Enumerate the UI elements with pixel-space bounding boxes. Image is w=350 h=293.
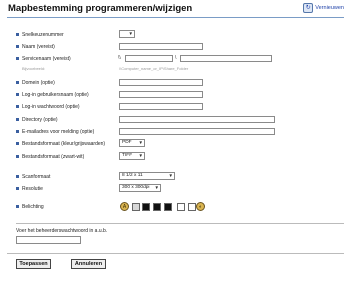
name-field[interactable] bbox=[119, 43, 203, 50]
name-label: Naam (vereist) bbox=[22, 43, 55, 50]
scan-size-label: Scanformaat bbox=[22, 173, 51, 180]
example-label: Bijvoorbeeld: bbox=[22, 66, 46, 71]
scan-size-select[interactable]: 8 1/2 x 11 ▼ bbox=[119, 172, 175, 180]
bullet-icon bbox=[16, 205, 19, 208]
page-title: Mapbestemming programmeren/wijzigen bbox=[8, 3, 193, 14]
quick-dial-select[interactable]: ▼ bbox=[119, 30, 135, 38]
bullet-icon bbox=[16, 142, 19, 145]
directory-label: Directory (optie) bbox=[22, 116, 58, 123]
bullet-icon bbox=[16, 33, 19, 36]
domain-label: Domein (optie) bbox=[22, 79, 55, 86]
login-password-label: Log-in wachtwoord (optie) bbox=[22, 103, 80, 110]
bullet-icon bbox=[16, 118, 19, 121]
exposure-level-6[interactable] bbox=[188, 203, 196, 211]
bullet-icon bbox=[16, 175, 19, 178]
domain-field[interactable] bbox=[119, 79, 203, 86]
format-color-value: PDF bbox=[122, 140, 132, 145]
row-login-user: Log-in gebruikersnaam (optie) bbox=[16, 90, 89, 99]
example-path: \\Computer_name_or_IP\Share_Folder bbox=[119, 66, 189, 71]
resolution-label: Resolutie bbox=[22, 185, 43, 192]
email-label: E-mailadres voor melding (optie) bbox=[22, 128, 95, 135]
bullet-icon bbox=[16, 105, 19, 108]
resolution-select[interactable]: 300 x 300dpi ▼ bbox=[119, 184, 161, 192]
service-separator: \ bbox=[175, 55, 177, 61]
service-name-label: Servicenaam (vereist) bbox=[22, 55, 71, 62]
row-exposure: Belichting bbox=[16, 202, 44, 211]
row-directory: Directory (optie) bbox=[16, 115, 58, 124]
title-divider bbox=[7, 17, 344, 18]
chevron-down-icon: ▼ bbox=[138, 140, 143, 145]
bullet-icon bbox=[16, 130, 19, 133]
format-color-select[interactable]: PDF ▼ bbox=[119, 139, 145, 147]
exposure-level-4[interactable] bbox=[164, 203, 172, 211]
apply-button[interactable]: Toepassen bbox=[16, 259, 51, 269]
section-divider bbox=[16, 223, 344, 224]
exposure-label: Belichting bbox=[22, 203, 44, 210]
row-quick-dial: Snelkeuzenummer bbox=[16, 30, 64, 39]
bullet-icon bbox=[16, 57, 19, 60]
login-user-label: Log-in gebruikersnaam (optie) bbox=[22, 91, 89, 98]
format-bw-select[interactable]: TIFF ▼ bbox=[119, 152, 145, 160]
footer-divider bbox=[7, 253, 344, 254]
cancel-button[interactable]: Annuleren bbox=[71, 259, 106, 269]
exposure-level-1[interactable] bbox=[132, 203, 140, 211]
format-bw-value: TIFF bbox=[122, 153, 133, 158]
auto-exposure-icon[interactable]: A bbox=[120, 202, 129, 211]
scan-size-value: 8 1/2 x 11 bbox=[122, 173, 143, 178]
format-bw-label: Bestandsformaat (zwart-wit) bbox=[22, 153, 85, 160]
admin-password-prompt: Voer het beheerderswachtwoord in a.u.b. bbox=[16, 228, 108, 234]
format-color-label: Bestandsformaat (kleur/grijswaarden) bbox=[22, 140, 106, 147]
admin-password-field[interactable] bbox=[16, 236, 81, 244]
row-login-password: Log-in wachtwoord (optie) bbox=[16, 102, 80, 111]
chevron-down-icon: ▼ bbox=[138, 153, 143, 158]
email-field[interactable] bbox=[119, 128, 275, 135]
refresh-icon: ↻ bbox=[303, 3, 314, 13]
login-user-field[interactable] bbox=[119, 91, 203, 98]
row-format-color: Bestandsformaat (kleur/grijswaarden) bbox=[16, 139, 105, 148]
bullet-icon bbox=[16, 93, 19, 96]
quick-dial-label: Snelkeuzenummer bbox=[22, 31, 64, 38]
bullet-icon bbox=[16, 155, 19, 158]
row-scan-size: Scanformaat bbox=[16, 172, 50, 181]
manual-exposure-icon[interactable]: ◐ bbox=[196, 202, 205, 211]
bullet-icon bbox=[16, 45, 19, 48]
chevron-down-icon: ▼ bbox=[128, 31, 133, 36]
bullet-icon bbox=[16, 81, 19, 84]
exposure-level-2[interactable] bbox=[142, 203, 150, 211]
row-name: Naam (vereist) bbox=[16, 42, 55, 51]
chevron-down-icon: ▼ bbox=[154, 185, 159, 190]
service-prefix: \\ bbox=[118, 55, 121, 61]
row-service-name: Servicenaam (vereist) bbox=[16, 54, 71, 63]
resolution-value: 300 x 300dpi bbox=[122, 185, 150, 190]
exposure-level-3[interactable] bbox=[153, 203, 161, 211]
service-folder-field[interactable] bbox=[180, 55, 272, 62]
bullet-icon bbox=[16, 187, 19, 190]
row-format-bw: Bestandsformaat (zwart-wit) bbox=[16, 152, 84, 161]
login-password-field[interactable] bbox=[119, 103, 203, 110]
directory-field[interactable] bbox=[119, 116, 275, 123]
refresh-label: Vernieuwen bbox=[315, 5, 344, 11]
row-email: E-mailadres voor melding (optie) bbox=[16, 127, 94, 136]
row-domain: Domein (optie) bbox=[16, 78, 55, 87]
refresh-button[interactable]: ↻ Vernieuwen bbox=[303, 3, 344, 13]
row-resolution: Resolutie bbox=[16, 184, 43, 193]
exposure-level-5[interactable] bbox=[177, 203, 185, 211]
chevron-down-icon: ▼ bbox=[168, 173, 173, 178]
service-computer-field[interactable] bbox=[125, 55, 173, 62]
